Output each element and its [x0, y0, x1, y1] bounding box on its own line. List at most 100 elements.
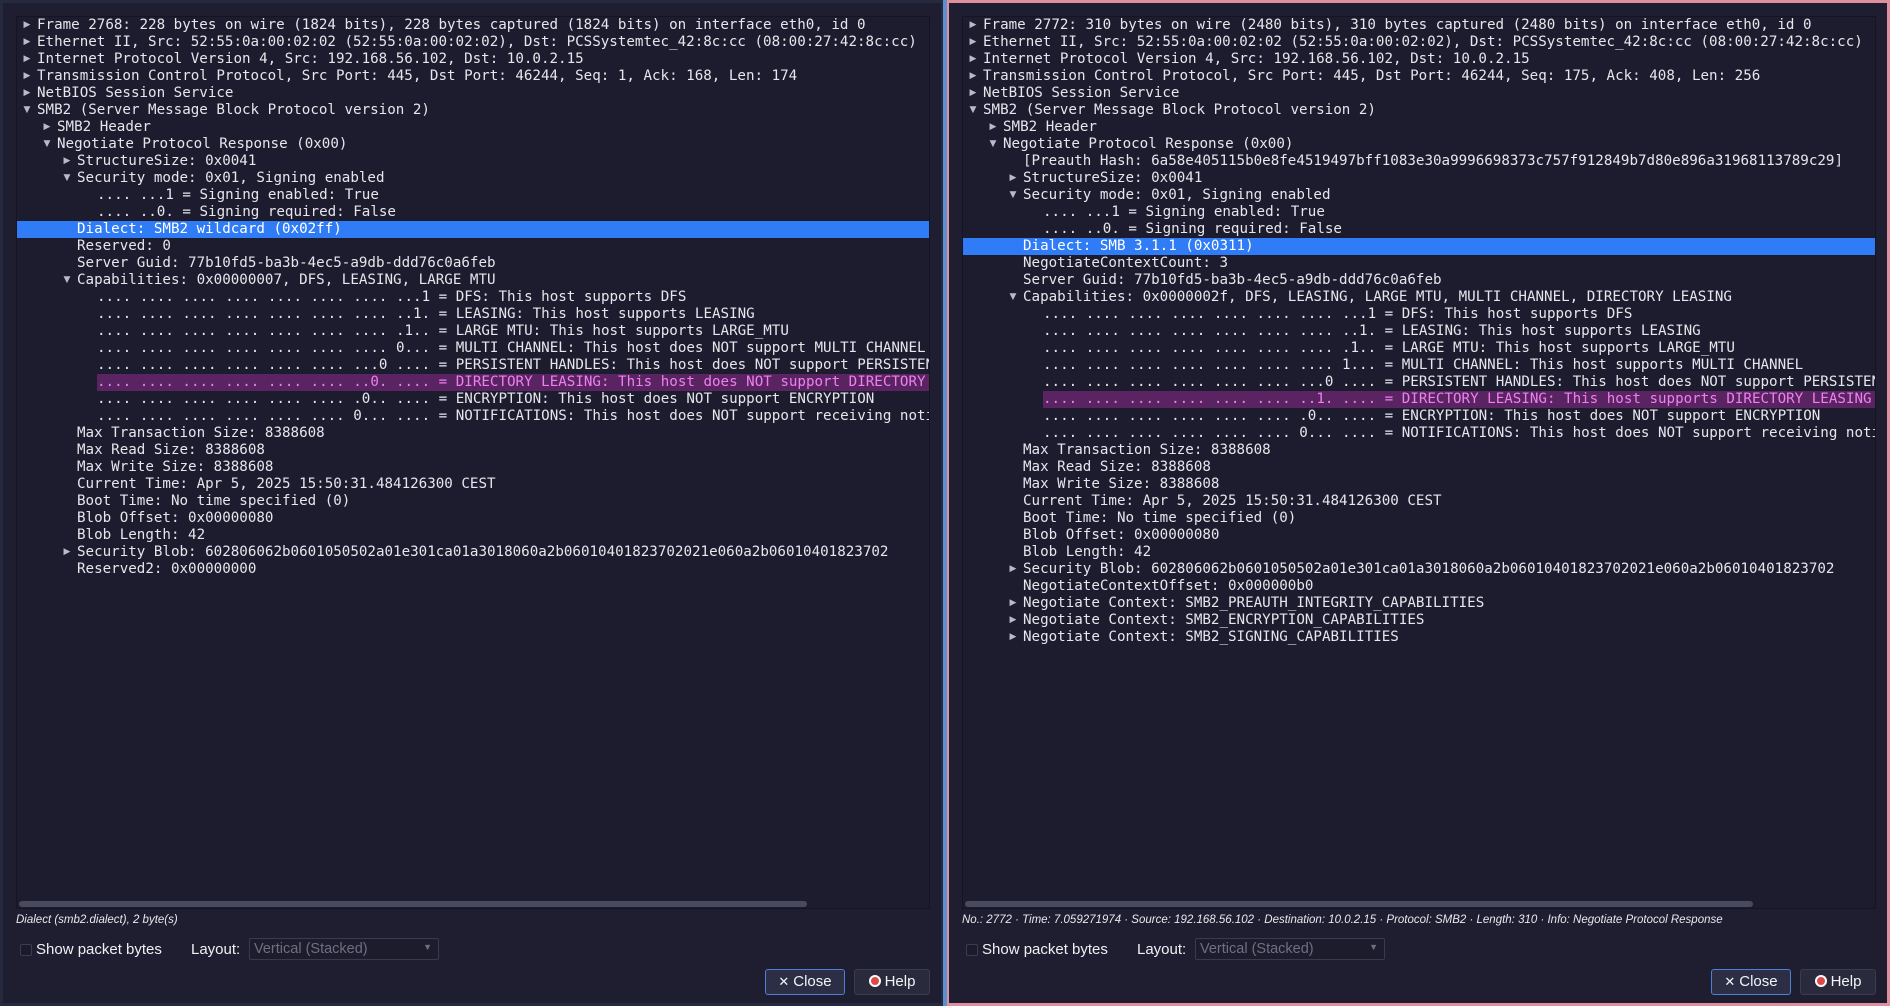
- tree-row[interactable]: ▶ Frame 2772: 310 bytes on wire (2480 bit…: [963, 17, 1875, 34]
- tree-row[interactable]: ▶ Security Blob: 602806062b0601050502a01e…: [17, 544, 929, 561]
- tree-row[interactable]: Max Read Size: 8388608: [17, 442, 929, 459]
- tree-row[interactable]: ▶ StructureSize: 0x0041: [17, 153, 929, 170]
- tree-row[interactable]: ▶ Negotiate Context: SMB2_ENCRYPTION_CAPA…: [963, 612, 1875, 629]
- tree-row[interactable]: .... ...1 = Signing enabled: True: [963, 204, 1875, 221]
- tree-row[interactable]: ▶ SMB2 Header: [963, 119, 1875, 136]
- tree-row[interactable]: ▶ Negotiate Context: SMB2_SIGNING_CAPABIL…: [963, 629, 1875, 646]
- tree-row[interactable]: Blob Offset: 0x00000080: [17, 510, 929, 527]
- tree-row[interactable]: Server Guid: 77b10fd5-ba3b-4ec5-a9db-ddd…: [963, 272, 1875, 289]
- layout-select[interactable]: Vertical (Stacked) ▼: [1195, 938, 1385, 960]
- expanded-arrow-icon[interactable]: ▼: [967, 102, 979, 119]
- tree-row[interactable]: Max Read Size: 8388608: [963, 459, 1875, 476]
- expanded-arrow-icon[interactable]: ▼: [41, 136, 53, 153]
- tree-row[interactable]: ▶ SMB2 Header: [17, 119, 929, 136]
- tree-row[interactable]: .... .... .... .... .... .... .... ..1. …: [963, 323, 1875, 340]
- tree-row[interactable]: ▶ Frame 2768: 228 bytes on wire (1824 bit…: [17, 17, 929, 34]
- tree-row[interactable]: ▶ Transmission Control Protocol, Src Port…: [17, 68, 929, 85]
- tree-row[interactable]: ▼ SMB2 (Server Message Block Protocol ver…: [17, 102, 929, 119]
- tree-row[interactable]: Blob Length: 42: [17, 527, 929, 544]
- expanded-arrow-icon[interactable]: ▼: [21, 102, 33, 119]
- collapsed-arrow-icon[interactable]: ▶: [967, 34, 979, 51]
- tree-row[interactable]: .... .... .... .... .... .... ...0 .... …: [17, 357, 929, 374]
- packet-details-tree[interactable]: ▶ Frame 2772: 310 bytes on wire (2480 bit…: [962, 16, 1876, 909]
- show-packet-bytes-checkbox[interactable]: [966, 944, 978, 956]
- help-button[interactable]: Help: [854, 969, 930, 995]
- tree-row[interactable]: ▼ Negotiate Protocol Response (0x00): [963, 136, 1875, 153]
- tree-row[interactable]: .... .... .... .... .... .... 0... .... …: [963, 425, 1875, 442]
- tree-row[interactable]: Boot Time: No time specified (0): [17, 493, 929, 510]
- collapsed-arrow-icon[interactable]: ▶: [21, 17, 33, 34]
- tree-row[interactable]: ▼ Negotiate Protocol Response (0x00): [17, 136, 929, 153]
- collapsed-arrow-icon[interactable]: ▶: [1007, 561, 1019, 578]
- collapsed-arrow-icon[interactable]: ▶: [987, 119, 999, 136]
- tree-row[interactable]: .... .... .... .... .... .... .... .1.. …: [963, 340, 1875, 357]
- tree-row[interactable]: Current Time: Apr 5, 2025 15:50:31.48412…: [963, 493, 1875, 510]
- tree-row[interactable]: Max Transaction Size: 8388608: [17, 425, 929, 442]
- tree-row[interactable]: ▶ Internet Protocol Version 4, Src: 192.1…: [17, 51, 929, 68]
- collapsed-arrow-icon[interactable]: ▶: [967, 17, 979, 34]
- tree-row[interactable]: Blob Offset: 0x00000080: [963, 527, 1875, 544]
- collapsed-arrow-icon[interactable]: ▶: [1007, 612, 1019, 629]
- tree-row[interactable]: ▼ SMB2 (Server Message Block Protocol ver…: [963, 102, 1875, 119]
- tree-row[interactable]: .... .... .... .... .... .... .... 1... …: [963, 357, 1875, 374]
- tree-row[interactable]: Reserved2: 0x00000000: [17, 561, 929, 578]
- collapsed-arrow-icon[interactable]: ▶: [41, 119, 53, 136]
- tree-row[interactable]: ▼ Security mode: 0x01, Signing enabled: [17, 170, 929, 187]
- tree-row[interactable]: .... .... .... .... .... .... .... ..1. …: [17, 306, 929, 323]
- show-packet-bytes-label[interactable]: Show packet bytes: [982, 941, 1108, 958]
- tree-row[interactable]: ▶ Internet Protocol Version 4, Src: 192.1…: [963, 51, 1875, 68]
- show-packet-bytes-label[interactable]: Show packet bytes: [36, 941, 162, 958]
- collapsed-arrow-icon[interactable]: ▶: [21, 51, 33, 68]
- collapsed-arrow-icon[interactable]: ▶: [1007, 595, 1019, 612]
- expanded-arrow-icon[interactable]: ▼: [61, 170, 73, 187]
- tree-row[interactable]: .... .... .... .... .... .... 0... .... …: [17, 408, 929, 425]
- layout-select[interactable]: Vertical (Stacked) ▼: [249, 938, 439, 960]
- expanded-arrow-icon[interactable]: ▼: [61, 272, 73, 289]
- tree-row[interactable]: Max Transaction Size: 8388608: [963, 442, 1875, 459]
- close-button[interactable]: ✕ Close: [765, 969, 845, 995]
- tree-row[interactable]: Max Write Size: 8388608: [17, 459, 929, 476]
- tree-row[interactable]: Dialect: SMB 3.1.1 (0x0311): [963, 238, 1875, 255]
- horizontal-scrollbar[interactable]: [965, 901, 1753, 907]
- expanded-arrow-icon[interactable]: ▼: [1007, 289, 1019, 306]
- tree-row[interactable]: ▶ NetBIOS Session Service: [963, 85, 1875, 102]
- packet-details-tree[interactable]: ▶ Frame 2768: 228 bytes on wire (1824 bit…: [16, 16, 930, 909]
- tree-row[interactable]: Current Time: Apr 5, 2025 15:50:31.48412…: [17, 476, 929, 493]
- expanded-arrow-icon[interactable]: ▼: [1007, 187, 1019, 204]
- tree-row[interactable]: .... .... .... .... .... .... .... 0... …: [17, 340, 929, 357]
- collapsed-arrow-icon[interactable]: ▶: [967, 85, 979, 102]
- tree-row[interactable]: Blob Length: 42: [963, 544, 1875, 561]
- close-button[interactable]: ✕ Close: [1711, 969, 1791, 995]
- tree-row[interactable]: ▶ Security Blob: 602806062b0601050502a01e…: [963, 561, 1875, 578]
- tree-row[interactable]: NegotiateContextCount: 3: [963, 255, 1875, 272]
- tree-row[interactable]: NegotiateContextOffset: 0x000000b0: [963, 578, 1875, 595]
- collapsed-arrow-icon[interactable]: ▶: [61, 544, 73, 561]
- collapsed-arrow-icon[interactable]: ▶: [21, 85, 33, 102]
- tree-row[interactable]: .... .... .... .... .... .... .... ...1 …: [963, 306, 1875, 323]
- collapsed-arrow-icon[interactable]: ▶: [1007, 170, 1019, 187]
- tree-row[interactable]: ▼ Security mode: 0x01, Signing enabled: [963, 187, 1875, 204]
- tree-row[interactable]: Boot Time: No time specified (0): [963, 510, 1875, 527]
- tree-row[interactable]: .... .... .... .... .... .... .0.. .... …: [963, 408, 1875, 425]
- tree-row[interactable]: .... ..0. = Signing required: False: [17, 204, 929, 221]
- tree-row[interactable]: .... .... .... .... .... .... .0.. .... …: [17, 391, 929, 408]
- tree-row[interactable]: .... .... .... .... .... .... .... ...1 …: [17, 289, 929, 306]
- collapsed-arrow-icon[interactable]: ▶: [61, 153, 73, 170]
- tree-row[interactable]: .... ...1 = Signing enabled: True: [17, 187, 929, 204]
- tree-row[interactable]: ▼ Capabilities: 0x00000007, DFS, LEASING,…: [17, 272, 929, 289]
- horizontal-scrollbar[interactable]: [19, 901, 807, 907]
- tree-row[interactable]: Max Write Size: 8388608: [963, 476, 1875, 493]
- tree-row[interactable]: ▶ Negotiate Context: SMB2_PREAUTH_INTEGRI…: [963, 595, 1875, 612]
- tree-row[interactable]: Server Guid: 77b10fd5-ba3b-4ec5-a9db-ddd…: [17, 255, 929, 272]
- collapsed-arrow-icon[interactable]: ▶: [967, 51, 979, 68]
- collapsed-arrow-icon[interactable]: ▶: [21, 68, 33, 85]
- tree-row[interactable]: Dialect: SMB2 wildcard (0x02ff): [17, 221, 929, 238]
- tree-row[interactable]: ▶ NetBIOS Session Service: [17, 85, 929, 102]
- tree-row[interactable]: .... .... .... .... .... .... .... .1.. …: [17, 323, 929, 340]
- tree-row[interactable]: ▶ StructureSize: 0x0041: [963, 170, 1875, 187]
- tree-row[interactable]: .... .... .... .... .... .... ..1. .... …: [963, 391, 1875, 408]
- tree-row[interactable]: ▶ Transmission Control Protocol, Src Port…: [963, 68, 1875, 85]
- tree-row[interactable]: ▶ Ethernet II, Src: 52:55:0a:00:02:02 (52…: [963, 34, 1875, 51]
- tree-row[interactable]: Reserved: 0: [17, 238, 929, 255]
- tree-row[interactable]: [Preauth Hash: 6a58e405115b0e8fe4519497b…: [963, 153, 1875, 170]
